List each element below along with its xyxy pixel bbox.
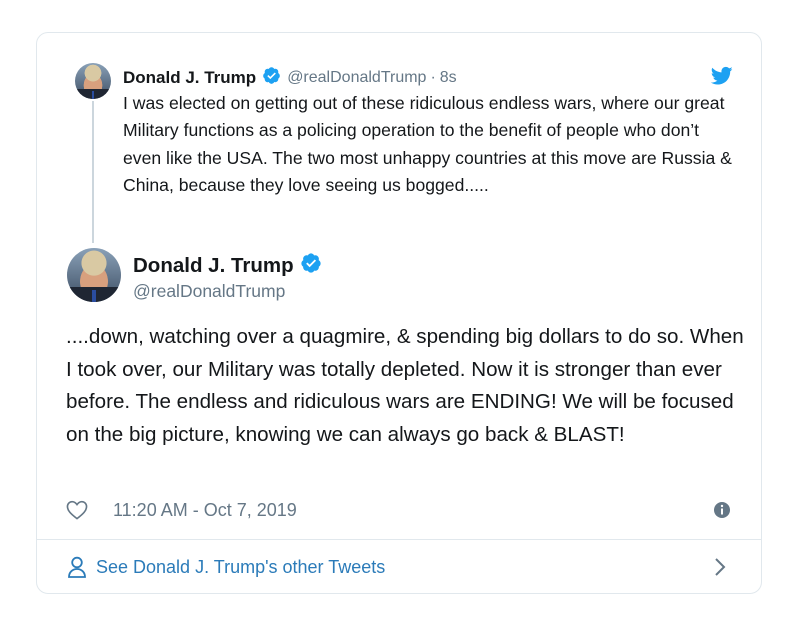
main-tweet-text: ....down, watching over a quagmire, & sp… <box>66 325 744 446</box>
footer-divider <box>37 539 761 540</box>
info-icon[interactable] <box>713 501 731 519</box>
tweet-footer: 11:20 AM - Oct 7, 2019 <box>66 497 731 523</box>
heart-icon[interactable] <box>66 500 88 520</box>
tweet-embed-card: Donald J. Trump @realDonaldTrump · 8s I … <box>36 32 762 594</box>
quoted-tweet-time[interactable]: 8s <box>440 69 457 87</box>
twitter-bird-icon[interactable] <box>711 66 733 86</box>
main-author-name-row: Donald J. Trump <box>133 252 322 280</box>
chevron-right-icon[interactable] <box>713 556 727 578</box>
person-icon <box>68 556 86 578</box>
verified-badge-icon <box>262 66 281 90</box>
see-other-tweets-label[interactable]: See Donald J. Trump's other Tweets <box>96 557 385 578</box>
main-author-handle[interactable]: @realDonaldTrump <box>133 281 285 302</box>
main-tweet-avatar[interactable] <box>67 248 121 302</box>
verified-badge-icon <box>300 252 322 280</box>
quoted-tweet-text: I was elected on getting out of these ri… <box>123 93 732 196</box>
see-other-tweets-link[interactable]: See Donald J. Trump's other Tweets <box>67 552 385 582</box>
quoted-tweet-avatar[interactable] <box>75 63 111 99</box>
separator-dot: · <box>430 69 436 86</box>
quoted-tweet-header: Donald J. Trump @realDonaldTrump · 8s <box>123 66 457 90</box>
quoted-author-name[interactable]: Donald J. Trump <box>123 68 256 88</box>
main-author-name[interactable]: Donald J. Trump <box>133 254 294 278</box>
tweet-timestamp[interactable]: 11:20 AM - Oct 7, 2019 <box>113 500 297 521</box>
thread-connector-line <box>92 101 94 243</box>
quoted-author-handle[interactable]: @realDonaldTrump <box>287 69 426 87</box>
